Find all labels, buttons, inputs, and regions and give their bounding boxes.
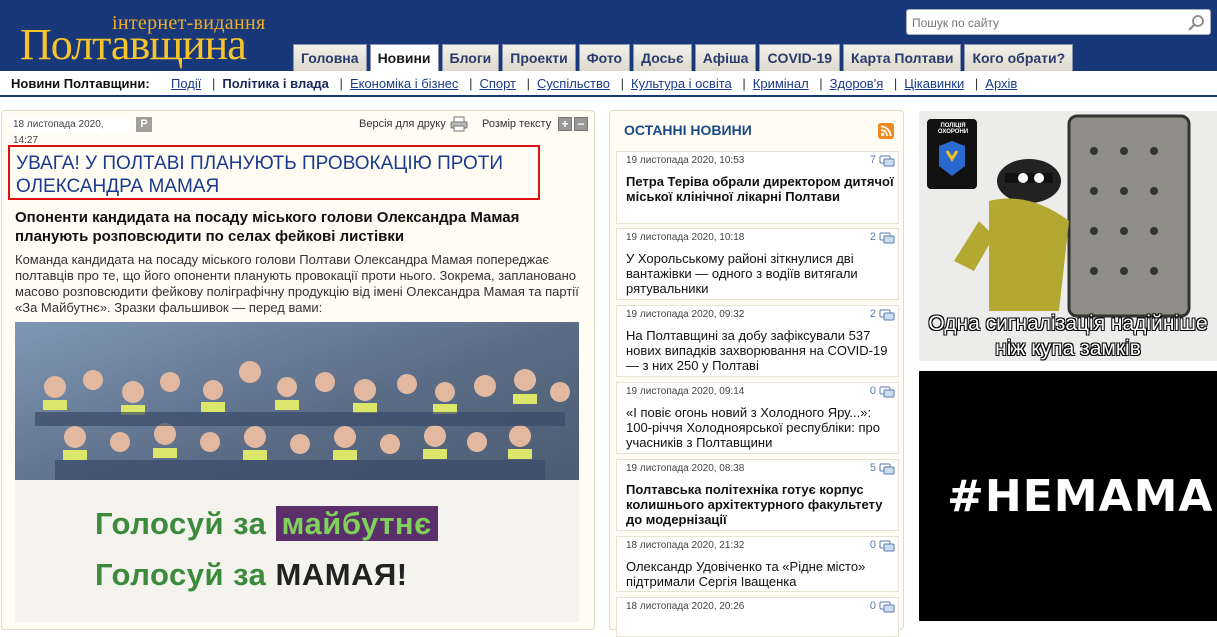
news-item[interactable]: 18 листопада 2020, 21:32 0 Олександр Удо… <box>616 536 899 592</box>
search-box <box>906 9 1211 35</box>
subnav-item-politics[interactable]: Політика і влада <box>222 76 329 91</box>
comment-count[interactable]: 2 <box>870 308 876 320</box>
rss-icon[interactable] <box>878 123 894 139</box>
subnav-item-events[interactable]: Події <box>171 76 201 91</box>
news-item[interactable]: 19 листопада 2020, 10:18 2 У Хорольськом… <box>616 228 899 300</box>
news-title[interactable]: Олександр Удовіченко та «Рідне місто» пі… <box>626 559 894 589</box>
subnav-item-economy[interactable]: Економіка і бізнес <box>350 76 459 91</box>
news-item[interactable]: 19 листопада 2020, 09:32 2 На Полтавщині… <box>616 305 899 377</box>
comment-icon[interactable] <box>879 601 895 614</box>
ad-nemamai-banner[interactable]: #НЕМАМАЙ <box>919 371 1217 621</box>
news-date: 18 листопада 2020, 21:32 <box>626 540 745 551</box>
article-photo: Голосуй за майбутнє Голосуй за МАМАЯ! <box>15 322 579 622</box>
comment-count[interactable]: 7 <box>870 154 876 166</box>
news-date: 19 листопада 2020, 10:53 <box>626 155 745 166</box>
comment-count[interactable]: 0 <box>870 385 876 397</box>
subnav-item-society[interactable]: Суспільство <box>537 76 610 91</box>
news-title[interactable]: «І повіє огонь новий з Холодного Яру...»… <box>626 405 894 450</box>
news-subnav: Новини Полтавщини: Події | Політика і вла… <box>0 71 1217 97</box>
ad-security-badge-text: ПОЛІЦІЯ ОХОРОНИ <box>937 123 969 135</box>
tab-afisha[interactable]: Афіша <box>694 44 757 71</box>
subnav-item-health[interactable]: Здоров'я <box>830 76 884 91</box>
group-photo-people <box>35 361 570 492</box>
news-item[interactable]: 19 листопада 2020, 08:38 5 Полтавська по… <box>616 459 899 531</box>
news-date: 19 листопада 2020, 08:38 <box>626 463 745 474</box>
print-version-link[interactable]: Версія для друку <box>359 117 446 132</box>
politics-badge: P <box>136 117 152 132</box>
subnav-item-curious[interactable]: Цікавинки <box>904 76 964 91</box>
comment-icon[interactable] <box>879 309 895 322</box>
subnav-label: Новини Полтавщини: <box>11 76 150 91</box>
tab-dossier[interactable]: Досьє <box>633 44 692 71</box>
tab-news[interactable]: Новини <box>369 44 439 72</box>
article-date: 18 листопада 2020, 14:27 <box>9 117 129 146</box>
news-item[interactable]: 19 листопада 2020, 10:53 7 Петра Теріва … <box>616 151 899 224</box>
tab-home[interactable]: Головна <box>293 44 367 71</box>
site-logo[interactable]: Полтавщина <box>20 22 247 68</box>
comment-count[interactable]: 5 <box>870 462 876 474</box>
news-date: 18 листопада 2020, 20:26 <box>626 601 745 612</box>
comment-count[interactable]: 2 <box>870 231 876 243</box>
comment-icon[interactable] <box>879 232 895 245</box>
news-date: 19 листопада 2020, 09:14 <box>626 386 745 397</box>
news-item[interactable]: 18 листопада 2020, 20:26 0 <box>616 597 899 637</box>
headline-highlight: УВАГА! У ПОЛТАВІ ПЛАНУЮТЬ ПРОВОКАЦІЮ ПРО… <box>8 145 540 200</box>
news-date: 19 листопада 2020, 10:18 <box>626 232 745 243</box>
photo-banner: Голосуй за майбутнє Голосуй за МАМАЯ! <box>15 480 579 622</box>
comment-icon[interactable] <box>879 540 895 553</box>
article-body: Команда кандидата на посаду міського гол… <box>15 252 579 315</box>
tab-photo[interactable]: Фото <box>578 44 631 71</box>
ad-security-caption: Одна сигналізація надійніше ніж купа замк… <box>928 312 1208 360</box>
site-header: інтернет-видання Полтавщина Головна Нови… <box>0 0 1217 72</box>
tab-elections[interactable]: Кого обрати? <box>964 44 1074 71</box>
comment-count[interactable]: 0 <box>870 539 876 551</box>
ad-nemamai-text: #НЕМАМАЙ <box>947 471 1217 522</box>
font-increase-button[interactable]: + <box>558 117 572 131</box>
main-nav-tabs: Головна Новини Блоги Проекти Фото Досьє … <box>293 44 1074 72</box>
comment-icon[interactable] <box>879 386 895 399</box>
news-title[interactable]: На Полтавщині за добу зафіксували 537 но… <box>626 328 894 373</box>
article-lead: Опоненти кандидата на посаду міського го… <box>15 209 520 245</box>
news-title[interactable]: Полтавська політехніка готує корпус коли… <box>626 482 894 527</box>
article-headline: УВАГА! У ПОЛТАВІ ПЛАНУЮТЬ ПРОВОКАЦІЮ ПРО… <box>16 153 504 197</box>
ad-security-banner[interactable]: ПОЛІЦІЯ ОХОРОНИ Одна сигналізація надійн… <box>919 111 1217 361</box>
news-item[interactable]: 19 листопада 2020, 09:14 0 «І повіє огон… <box>616 382 899 454</box>
comment-count[interactable]: 0 <box>870 600 876 612</box>
news-title[interactable]: Петра Теріва обрали директором дитячої м… <box>626 174 894 204</box>
subnav-item-crime[interactable]: Кримінал <box>753 76 809 91</box>
news-date: 19 листопада 2020, 09:32 <box>626 309 745 320</box>
latest-news-title[interactable]: ОСТАННІ НОВИНИ <box>624 122 752 138</box>
banner-line-2: Голосуй за МАМАЯ! <box>95 557 408 592</box>
subnav-item-sport[interactable]: Спорт <box>479 76 516 91</box>
printer-icon[interactable] <box>450 116 468 132</box>
font-size-label: Розмір тексту <box>482 118 552 130</box>
banner-line-1: Голосуй за майбутнє <box>95 506 438 542</box>
tab-map[interactable]: Карта Полтави <box>843 44 962 71</box>
search-input[interactable] <box>912 14 1182 31</box>
tab-projects[interactable]: Проекти <box>502 44 576 71</box>
comment-icon[interactable] <box>879 463 895 476</box>
news-title[interactable]: У Хорольському районі зіткнулися дві ван… <box>626 251 894 296</box>
comment-icon[interactable] <box>879 155 895 168</box>
subnav-item-culture[interactable]: Культура і освіта <box>631 76 732 91</box>
search-icon[interactable] <box>1187 14 1205 32</box>
subnav-item-archive[interactable]: Архів <box>985 76 1017 91</box>
latest-news-panel: ОСТАННІ НОВИНИ 19 листопада 2020, 10:53 … <box>609 110 904 637</box>
tab-covid[interactable]: COVID-19 <box>759 44 841 71</box>
tab-blogs[interactable]: Блоги <box>441 44 500 71</box>
font-decrease-button[interactable]: − <box>574 117 588 131</box>
